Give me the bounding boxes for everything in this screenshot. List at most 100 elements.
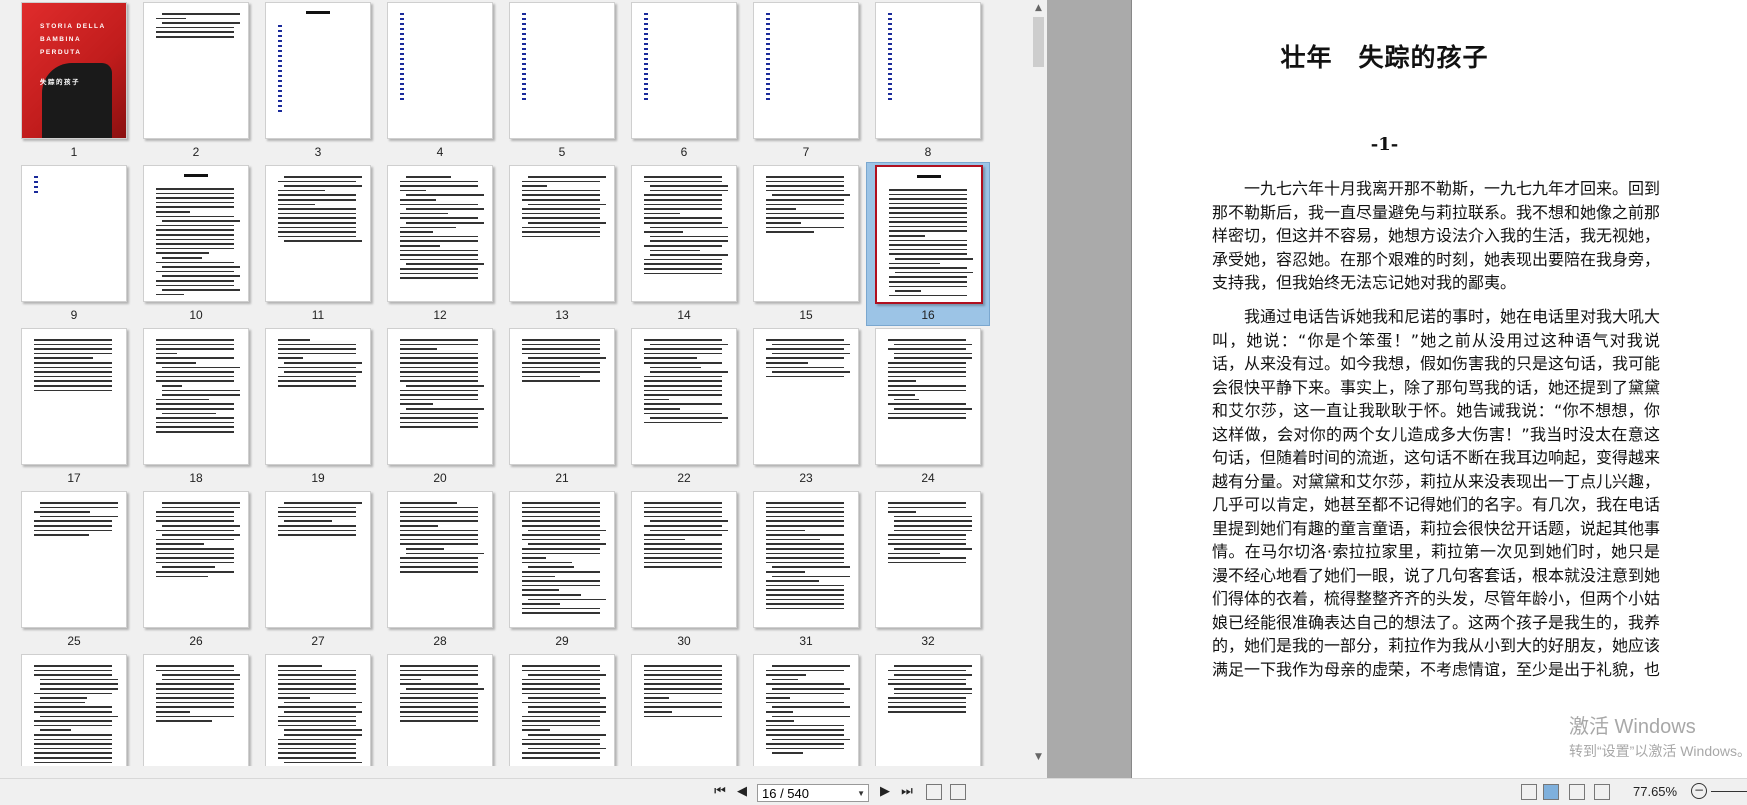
thumbnail-text-line bbox=[400, 277, 478, 279]
page-thumbnail[interactable]: 14 bbox=[631, 165, 753, 328]
page-thumbnail[interactable]: 29 bbox=[509, 491, 631, 654]
thumbnail-text-line bbox=[400, 706, 478, 708]
thumbnail-text-line bbox=[644, 176, 722, 178]
page-thumbnail[interactable]: 38 bbox=[631, 654, 753, 766]
thumbnail-text-line bbox=[40, 506, 118, 509]
thumbnail-text-line bbox=[522, 612, 600, 614]
facing-pages-view-icon[interactable] bbox=[1569, 784, 1585, 800]
page-thumbnail[interactable]: 11 bbox=[265, 165, 387, 328]
page-thumbnail[interactable]: 2 bbox=[143, 2, 265, 165]
page-thumbnail[interactable]: 30 bbox=[631, 491, 753, 654]
page-forward-icon[interactable] bbox=[950, 784, 966, 800]
page-thumbnail[interactable]: 4 bbox=[387, 2, 509, 165]
thumbnail-text-line bbox=[34, 529, 112, 532]
single-page-view-icon[interactable] bbox=[1521, 784, 1537, 800]
page-thumbnail[interactable]: 19 bbox=[265, 328, 387, 491]
page-thumbnail[interactable]: 17 bbox=[21, 328, 143, 491]
page-thumbnail[interactable]: 37 bbox=[509, 654, 631, 766]
thumbnail-page-image bbox=[509, 2, 615, 139]
pane-splitter[interactable] bbox=[1047, 0, 1131, 778]
page-thumbnail[interactable]: 6 bbox=[631, 2, 753, 165]
thumbnail-text-line bbox=[156, 380, 234, 382]
page-thumbnail[interactable]: 16 bbox=[866, 162, 997, 328]
scrollbar-thumb[interactable] bbox=[1033, 17, 1044, 67]
page-thumbnail[interactable]: 36 bbox=[387, 654, 509, 766]
page-number-label: 8 bbox=[924, 145, 932, 159]
page-thumbnail[interactable]: 24 bbox=[875, 328, 997, 491]
page-thumbnail[interactable]: 23 bbox=[753, 328, 875, 491]
thumbnail-text-line bbox=[522, 73, 526, 75]
page-thumbnail[interactable]: 40 bbox=[875, 654, 997, 766]
thumbnail-text-line bbox=[644, 688, 722, 690]
thumbnail-text-line bbox=[644, 48, 648, 50]
page-thumbnail[interactable]: 26 bbox=[143, 491, 265, 654]
thumbnail-text-line bbox=[278, 352, 356, 355]
page-thumbnail[interactable]: 28 bbox=[387, 491, 509, 654]
thumbnail-text-line bbox=[644, 28, 648, 30]
page-thumbnail[interactable]: 15 bbox=[753, 165, 875, 328]
thumbnail-text-line bbox=[889, 248, 967, 251]
thumbnail-text-line bbox=[34, 706, 112, 708]
page-thumbnail[interactable]: 3 bbox=[265, 2, 387, 165]
page-thumbnail[interactable]: 8 bbox=[875, 2, 997, 165]
thumbnail-heading-line bbox=[917, 175, 941, 178]
thumbnail-text-line bbox=[644, 525, 722, 527]
thumbnail-text-line bbox=[156, 417, 234, 419]
thumbnail-text-line bbox=[772, 566, 850, 568]
thumbnail-text-line bbox=[156, 683, 234, 685]
thumbnail-text-line bbox=[400, 352, 478, 355]
continuous-view-icon[interactable] bbox=[1543, 784, 1559, 800]
thumbnail-text-line bbox=[400, 412, 478, 415]
thumbnail-text-line bbox=[400, 258, 478, 261]
zoom-slider[interactable] bbox=[1711, 791, 1747, 792]
previous-page-icon[interactable]: ◀ bbox=[733, 783, 751, 801]
thumbnail-page-image bbox=[21, 491, 127, 628]
thumbnail-text-line bbox=[40, 697, 87, 699]
thumbnail-text-line bbox=[522, 13, 526, 15]
page-thumbnail[interactable]: 5 bbox=[509, 2, 631, 165]
last-page-icon[interactable]: ⏭ bbox=[898, 783, 916, 801]
page-thumbnail[interactable]: 20 bbox=[387, 328, 509, 491]
page-thumbnail[interactable]: 22 bbox=[631, 328, 753, 491]
first-page-icon[interactable]: ⏮ bbox=[711, 783, 729, 801]
page-thumbnail[interactable]: 13 bbox=[509, 165, 631, 328]
page-thumbnail[interactable]: 12 bbox=[387, 165, 509, 328]
thumbnail-page-image bbox=[509, 328, 615, 465]
thumbnail-text-line bbox=[34, 747, 112, 750]
thumbnail-text-line bbox=[278, 529, 356, 532]
page-thumbnail[interactable]: 25 bbox=[21, 491, 143, 654]
thumbnail-scrollbar[interactable]: ▲ ▼ bbox=[1030, 0, 1047, 766]
zoom-out-icon[interactable]: − bbox=[1691, 783, 1707, 799]
thumbnail-text-line bbox=[34, 389, 112, 392]
page-thumbnail[interactable]: 7 bbox=[753, 2, 875, 165]
page-thumbnail[interactable]: 35 bbox=[265, 654, 387, 766]
thumbnail-page-image bbox=[875, 165, 983, 304]
page-number-select[interactable]: 16 / 540 ▼ bbox=[757, 784, 869, 802]
page-thumbnail[interactable]: 33 bbox=[21, 654, 143, 766]
thumbnail-text-line bbox=[650, 529, 728, 532]
zoom-level[interactable]: 77.65% bbox=[1633, 784, 1677, 799]
page-thumbnail[interactable]: 32 bbox=[875, 491, 997, 654]
scroll-down-arrow-icon[interactable]: ▼ bbox=[1030, 749, 1047, 766]
page-thumbnail[interactable]: 9 bbox=[21, 165, 143, 328]
page-thumbnail[interactable]: STORIA DELLA BAMBINA PERDUTA 失踪的孩子 1 bbox=[21, 2, 143, 165]
fit-width-icon[interactable] bbox=[1594, 784, 1610, 800]
next-page-icon[interactable]: ▶ bbox=[876, 783, 894, 801]
page-thumbnail[interactable]: 21 bbox=[509, 328, 631, 491]
thumbnail-text-line bbox=[888, 73, 892, 75]
page-thumbnail[interactable]: 10 bbox=[143, 165, 265, 328]
page-thumbnail[interactable]: 18 bbox=[143, 328, 265, 491]
scroll-up-arrow-icon[interactable]: ▲ bbox=[1030, 0, 1047, 17]
thumbnail-panel[interactable]: STORIA DELLA BAMBINA PERDUTA 失踪的孩子 1 2 3 4 5 6 7 8 9… bbox=[0, 0, 1030, 766]
page-thumbnail[interactable]: 27 bbox=[265, 491, 387, 654]
thumbnail-text-line bbox=[644, 348, 722, 350]
thumbnail-text-line bbox=[772, 688, 850, 690]
page-thumbnail[interactable]: 34 bbox=[143, 654, 265, 766]
page-thumbnail[interactable]: 31 bbox=[753, 491, 875, 654]
thumbnail-text-line bbox=[644, 506, 722, 509]
page-back-icon[interactable] bbox=[926, 784, 942, 800]
page-thumbnail[interactable]: 39 bbox=[753, 654, 875, 766]
thumbnail-text-line bbox=[400, 561, 478, 564]
thumbnail-text-line bbox=[156, 270, 234, 273]
thumbnail-text-line bbox=[278, 757, 356, 759]
